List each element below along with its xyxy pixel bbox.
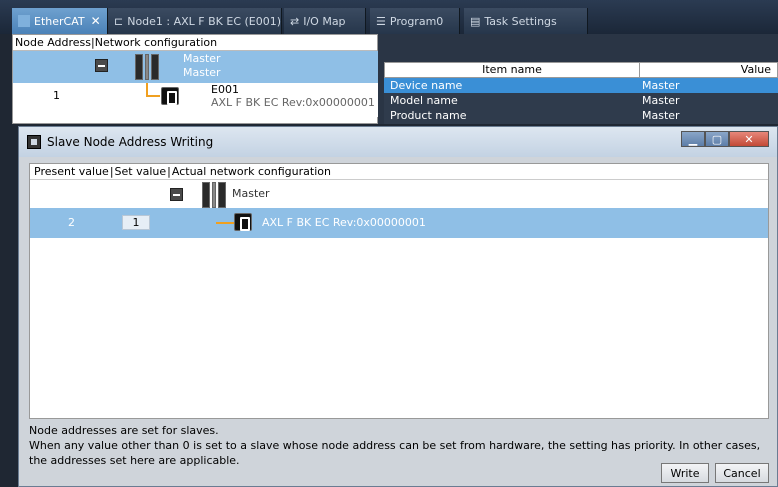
grid-header: Present value|Set value|Actual network c… (30, 164, 768, 180)
master-label: Master (232, 187, 270, 200)
column-header-present: Present value (34, 165, 109, 178)
property-item: Product name (390, 109, 467, 122)
tab-label: EtherCAT (34, 14, 85, 28)
column-header-set: Set value (114, 165, 167, 178)
column-header-actual: Actual network configuration (171, 165, 331, 178)
dialog-title-bar[interactable]: Slave Node Address Writing (19, 127, 777, 157)
slave-device-name: AXL F BK EC Rev:0x00000001 (262, 216, 426, 229)
info-line: Node addresses are set for slaves. (29, 424, 219, 437)
editor-tab-bar: EtherCAT ✕ ⊏ Node1 : AXL F BK EC (E001) … (0, 0, 778, 34)
tab-program0[interactable]: ☰ Program0 (370, 8, 460, 34)
property-row[interactable]: Product name Master (384, 108, 778, 123)
present-value: 2 (68, 216, 75, 229)
network-header: Node Address|Network configuration (13, 35, 377, 51)
column-header-item-name: Item name (482, 63, 542, 76)
window-controls: ▁ ▢ ✕ (681, 131, 769, 147)
collapse-icon[interactable] (170, 188, 183, 201)
node-row[interactable]: 1 E001 AXL F BK EC Rev:0x00000001 (13, 83, 379, 117)
network-configuration-pane: Node Address|Network configuration Maste… (12, 34, 379, 124)
ethercat-icon (18, 15, 30, 27)
grid-master-row[interactable]: Master (30, 180, 768, 208)
property-row[interactable]: Device name Master (384, 78, 778, 93)
collapse-icon[interactable] (95, 59, 108, 72)
properties-table: Item name Value Device name Master Model… (384, 62, 778, 124)
io-map-icon: ⇄ (290, 14, 300, 28)
master-device-icon (135, 54, 159, 80)
property-row[interactable]: Model name Master (384, 93, 778, 108)
address-grid: Present value|Set value|Actual network c… (29, 163, 769, 419)
property-value: Master (642, 79, 680, 92)
minimize-button[interactable]: ▁ (681, 131, 705, 147)
grid-slave-row[interactable]: 2 1 AXL F BK EC Rev:0x00000001 (30, 208, 768, 238)
maximize-button[interactable]: ▢ (705, 131, 729, 147)
program-icon: ☰ (376, 14, 386, 28)
tab-node1[interactable]: ⊏ Node1 : AXL F BK EC (E001) (108, 8, 282, 34)
tab-label: Program0 (389, 14, 444, 28)
node-address: 1 (53, 89, 60, 102)
close-button[interactable]: ✕ (729, 131, 769, 147)
tab-ethercat[interactable]: EtherCAT ✕ (12, 8, 108, 34)
master-label: Master (183, 52, 221, 65)
master-row[interactable]: Master Master (13, 51, 379, 83)
property-item: Device name (390, 79, 463, 92)
tab-label: I/O Map (303, 14, 346, 28)
tab-io-map[interactable]: ⇄ I/O Map (284, 8, 366, 34)
dialog-title: Slave Node Address Writing (47, 135, 214, 149)
tab-label: Task Settings (484, 14, 557, 28)
node-name: E001 (211, 83, 239, 96)
node-device-name: AXL F BK EC Rev:0x00000001 (211, 96, 375, 109)
tree-connector (216, 222, 234, 224)
slave-device-icon (234, 213, 252, 231)
master-sublabel: Master (183, 66, 221, 79)
task-settings-icon: ▤ (470, 14, 481, 28)
property-value: Master (642, 109, 680, 122)
dialog-app-icon (27, 135, 41, 149)
master-device-icon (202, 182, 226, 208)
node-icon: ⊏ (114, 14, 124, 28)
properties-header: Item name Value (384, 62, 778, 78)
property-item: Model name (390, 94, 458, 107)
tree-connector (146, 95, 160, 97)
info-text: Node addresses are set for slaves. When … (29, 423, 774, 468)
tab-task-settings[interactable]: ▤ Task Settings (464, 8, 588, 34)
column-header-value: Value (639, 63, 777, 77)
close-icon[interactable]: ✕ (91, 14, 101, 28)
property-value: Master (642, 94, 680, 107)
tab-label: Node1 : AXL F BK EC (E001) (127, 14, 282, 28)
set-value-input[interactable]: 1 (122, 215, 150, 230)
write-button[interactable]: Write (661, 463, 709, 483)
slave-node-address-dialog: Slave Node Address Writing ▁ ▢ ✕ Present… (18, 126, 778, 487)
cancel-button[interactable]: Cancel (715, 463, 769, 483)
slave-device-icon (161, 87, 179, 105)
